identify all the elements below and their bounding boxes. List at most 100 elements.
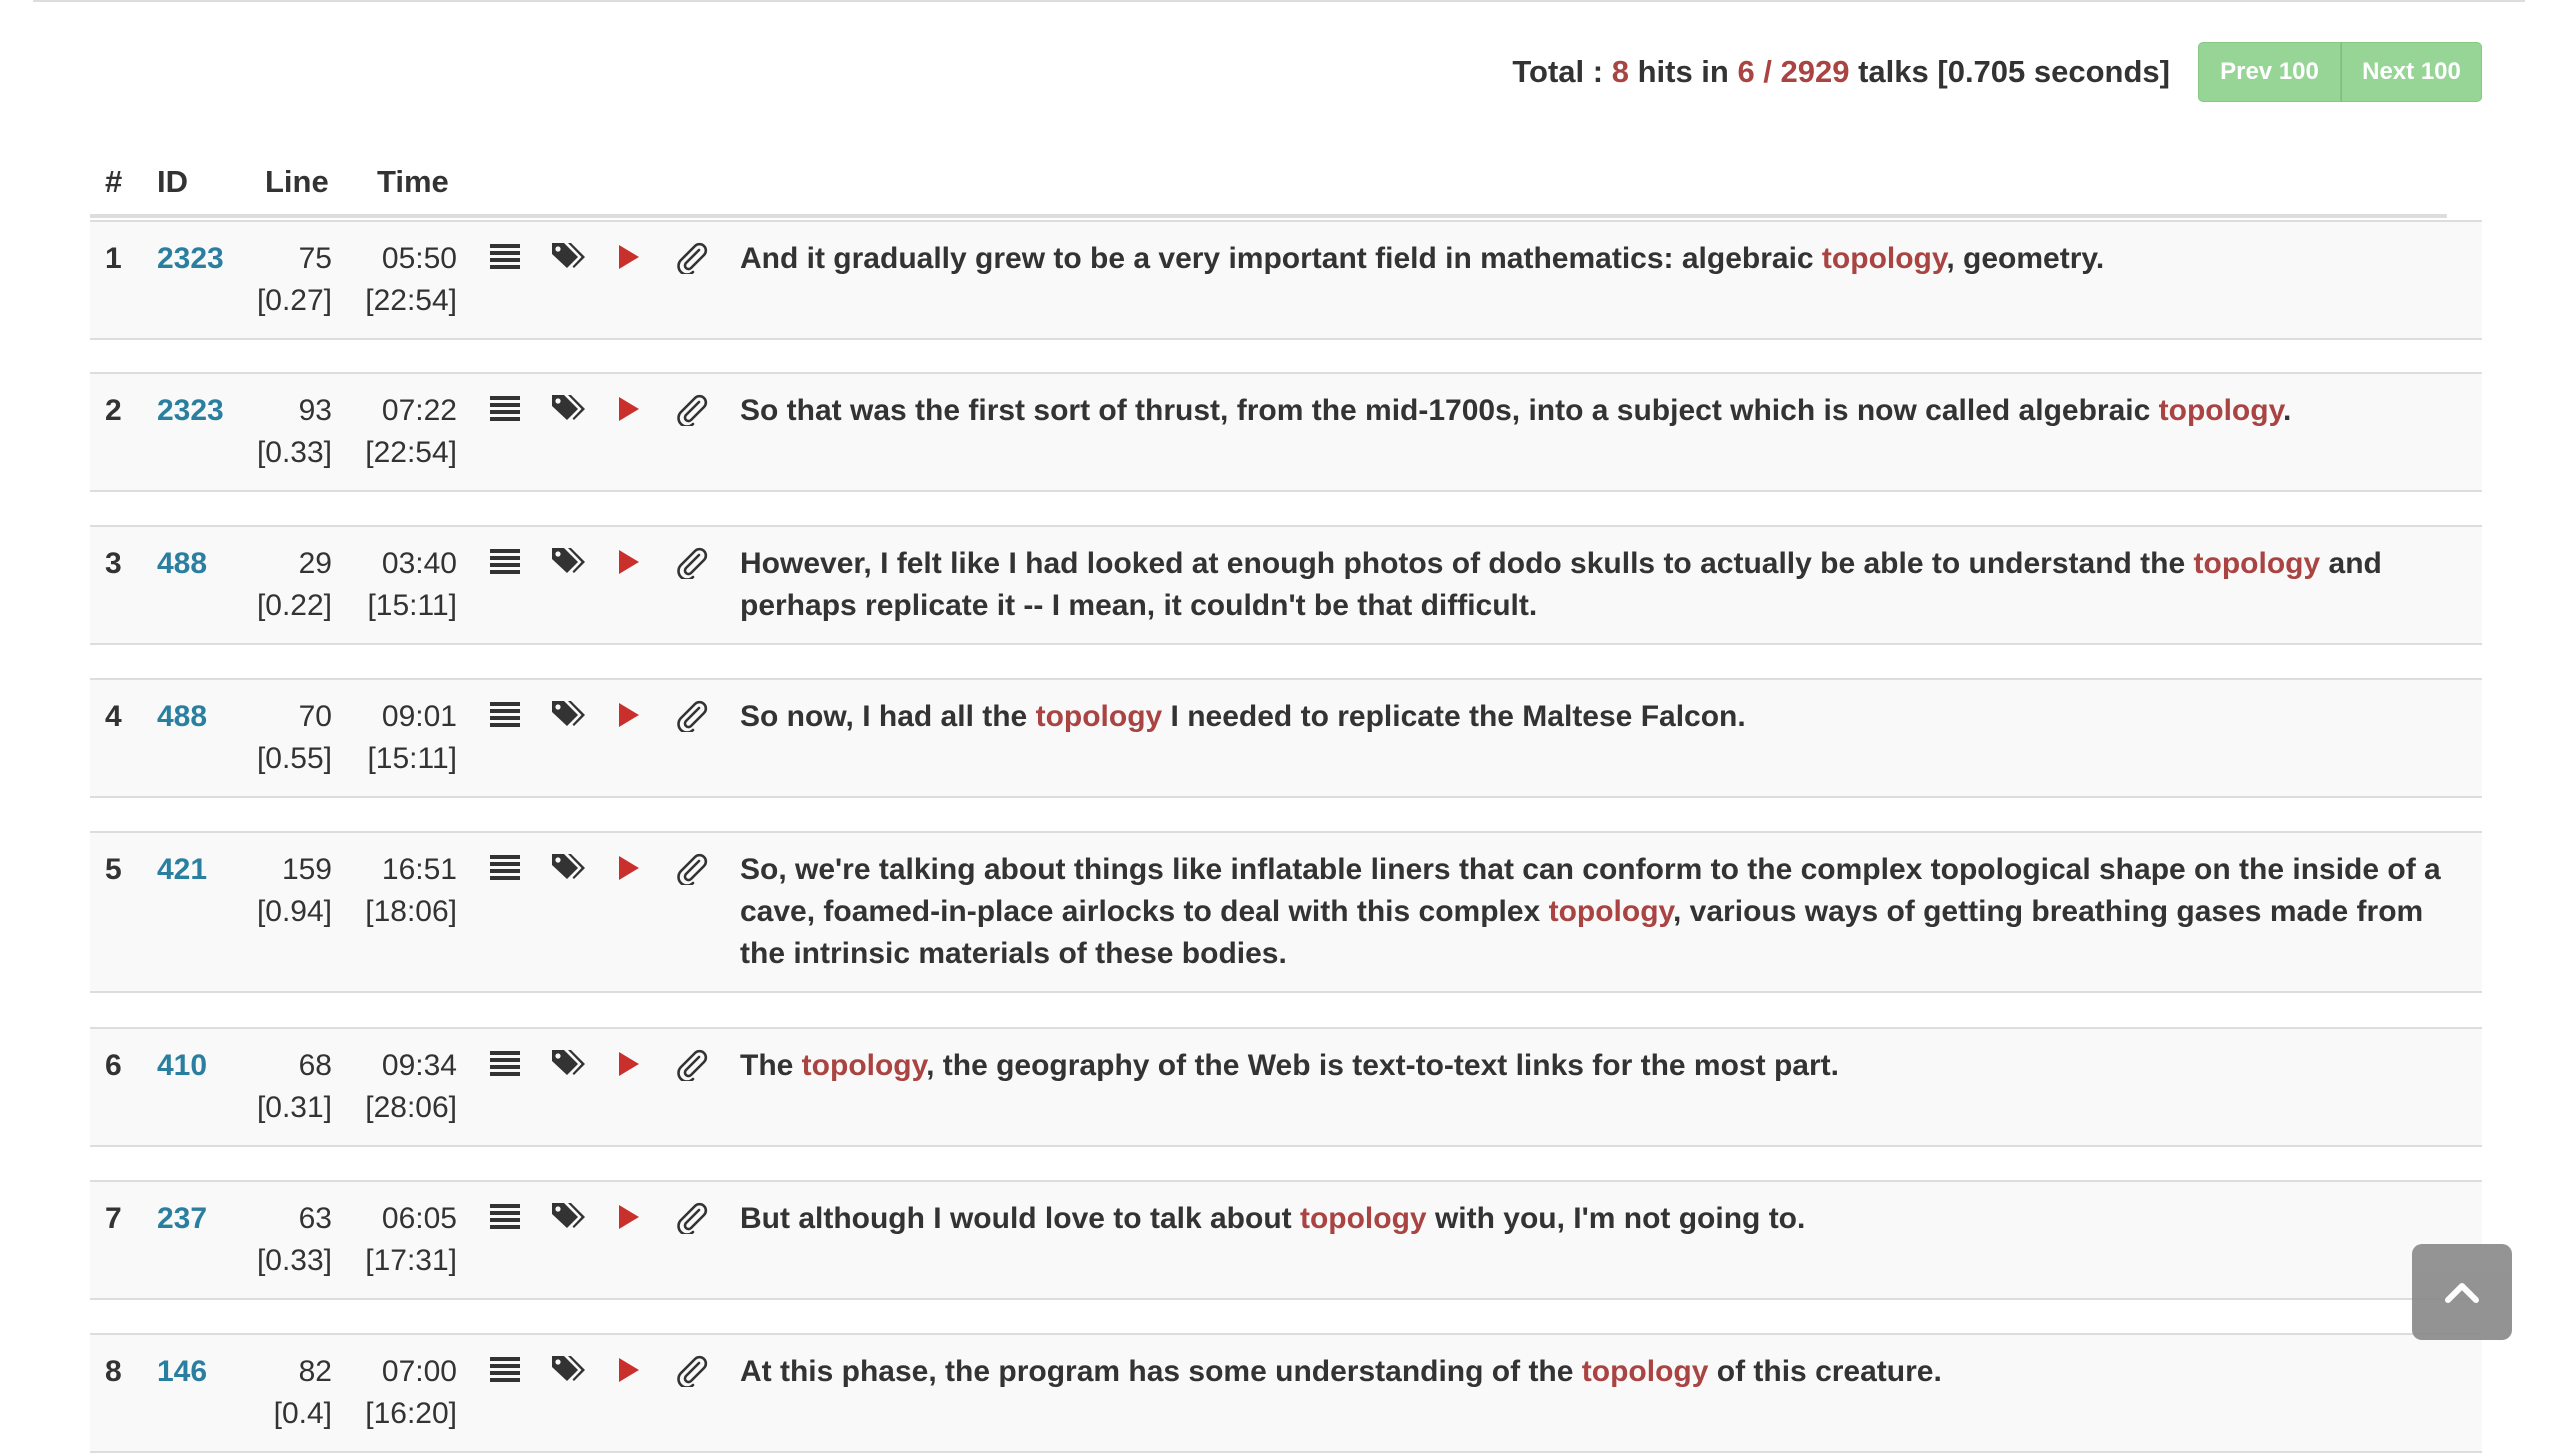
line-cell: 68 [0.31]	[240, 1045, 332, 1129]
talk-duration: [15:11]	[367, 742, 457, 775]
play-icon[interactable]	[617, 855, 641, 886]
talk-id-link[interactable]: 146	[157, 1351, 207, 1393]
line-cell: 29 [0.22]	[240, 543, 332, 627]
line-number: 70	[298, 700, 332, 733]
table-row: 3 488 29 [0.22] 03:40 [15:11] However, I felt …	[90, 525, 2482, 645]
time-cell: 09:34 [28:06]	[365, 1045, 457, 1129]
row-number: 4	[105, 700, 122, 733]
tags-icon[interactable]	[550, 851, 590, 888]
line-number: 63	[298, 1202, 332, 1235]
transcript-text: However, I felt like I had looked at eno…	[740, 547, 2382, 622]
tags-icon[interactable]	[550, 1353, 590, 1390]
paperclip-icon[interactable]	[675, 853, 709, 890]
search-term-highlight: topology	[1548, 895, 1674, 928]
line-position: [0.94]	[256, 895, 332, 928]
transcript-text: The topology, the geography of the Web i…	[740, 1049, 1839, 1082]
line-cell: 159 [0.94]	[240, 849, 332, 933]
column-header-line: Line	[265, 164, 329, 199]
column-header-id: ID	[157, 164, 188, 199]
time-cell: 09:01 [15:11]	[365, 696, 457, 780]
talk-id-link[interactable]: 421	[157, 849, 207, 891]
line-position: [0.31]	[256, 1091, 332, 1124]
transcript-text: At this phase, the program has some unde…	[740, 1355, 1942, 1388]
table-row: 8 146 82 [0.4] 07:00 [16:20] At this phase, th…	[90, 1333, 2482, 1453]
search-term-highlight: topology	[801, 1049, 927, 1082]
play-icon[interactable]	[617, 396, 641, 427]
list-icon[interactable]	[490, 394, 520, 427]
list-icon[interactable]	[490, 242, 520, 275]
time-cell: 05:50 [22:54]	[365, 238, 457, 322]
talk-duration: [16:20]	[365, 1397, 457, 1430]
play-icon[interactable]	[617, 1204, 641, 1235]
list-icon[interactable]	[490, 700, 520, 733]
talk-id-link[interactable]: 488	[157, 696, 207, 738]
talk-id-link[interactable]: 410	[157, 1045, 207, 1087]
list-icon[interactable]	[490, 1355, 520, 1388]
talk-id-link[interactable]: 2323	[157, 390, 224, 432]
timestamp: 07:22	[381, 394, 457, 427]
search-term-highlight: topology	[1035, 700, 1163, 733]
line-cell: 70 [0.55]	[240, 696, 332, 780]
transcript-text: So now, I had all the topology I needed …	[740, 700, 1746, 733]
row-number: 8	[105, 1355, 122, 1388]
tags-icon[interactable]	[550, 698, 590, 735]
tags-icon[interactable]	[550, 545, 590, 582]
talk-duration: [28:06]	[365, 1091, 457, 1124]
list-icon[interactable]	[490, 853, 520, 886]
paperclip-icon[interactable]	[675, 1202, 709, 1239]
search-term-highlight: topology	[1581, 1355, 1709, 1388]
list-icon[interactable]	[490, 1202, 520, 1235]
talk-duration: [22:54]	[365, 284, 457, 317]
paperclip-icon[interactable]	[675, 394, 709, 431]
chevron-up-icon	[2445, 1283, 2479, 1303]
line-number: 75	[298, 242, 332, 275]
row-number: 1	[105, 242, 122, 275]
paperclip-icon[interactable]	[675, 700, 709, 737]
talk-id-link[interactable]: 237	[157, 1198, 207, 1240]
tags-icon[interactable]	[550, 1200, 590, 1237]
results-summary: Total : 8 hits in 6 / 2929 talks [0.705 …	[1512, 42, 2482, 102]
tags-icon[interactable]	[550, 392, 590, 429]
paperclip-icon[interactable]	[675, 547, 709, 584]
prev-100-button[interactable]: Prev 100	[2198, 42, 2341, 102]
line-number: 29	[298, 547, 332, 580]
paperclip-icon[interactable]	[675, 242, 709, 279]
talk-id-link[interactable]: 2323	[157, 238, 224, 280]
play-icon[interactable]	[617, 1357, 641, 1388]
paperclip-icon[interactable]	[675, 1049, 709, 1086]
timestamp: 05:50	[381, 242, 457, 275]
play-icon[interactable]	[617, 244, 641, 275]
play-icon[interactable]	[617, 702, 641, 733]
paperclip-icon[interactable]	[675, 1355, 709, 1392]
tags-icon[interactable]	[550, 1047, 590, 1084]
total-hits-text: Total : 8 hits in 6 / 2929 talks [0.705 …	[1512, 54, 2170, 89]
time-cell: 07:00 [16:20]	[365, 1351, 457, 1435]
line-cell: 82 [0.4]	[240, 1351, 332, 1435]
play-icon[interactable]	[617, 1051, 641, 1082]
row-number: 2	[105, 394, 122, 427]
next-100-button[interactable]: Next 100	[2341, 42, 2482, 102]
table-header: # ID Line Time	[90, 160, 2447, 218]
talk-id-link[interactable]: 488	[157, 543, 207, 585]
line-cell: 75 [0.27]	[240, 238, 332, 322]
pagination-buttons: Prev 100 Next 100	[2198, 42, 2482, 102]
table-row: 6 410 68 [0.31] 09:34 [28:06] The topology, th…	[90, 1027, 2482, 1147]
talk-duration: [15:11]	[367, 589, 457, 622]
list-icon[interactable]	[490, 547, 520, 580]
row-number: 3	[105, 547, 122, 580]
row-number: 6	[105, 1049, 122, 1082]
line-position: [0.33]	[256, 1244, 332, 1277]
timestamp: 03:40	[381, 547, 457, 580]
scroll-to-top-button[interactable]	[2412, 1244, 2512, 1340]
line-number: 93	[298, 394, 332, 427]
play-icon[interactable]	[617, 549, 641, 580]
line-position: [0.55]	[256, 742, 332, 775]
transcript-text: And it gradually grew to be a very impor…	[740, 242, 2105, 275]
list-icon[interactable]	[490, 1049, 520, 1082]
line-position: [0.33]	[256, 436, 332, 469]
search-term-highlight: topology	[2193, 547, 2321, 580]
line-position: [0.27]	[256, 284, 332, 317]
talks-fraction: 6 / 2929	[1737, 54, 1850, 89]
tags-icon[interactable]	[550, 240, 590, 277]
timestamp: 09:34	[381, 1049, 457, 1082]
